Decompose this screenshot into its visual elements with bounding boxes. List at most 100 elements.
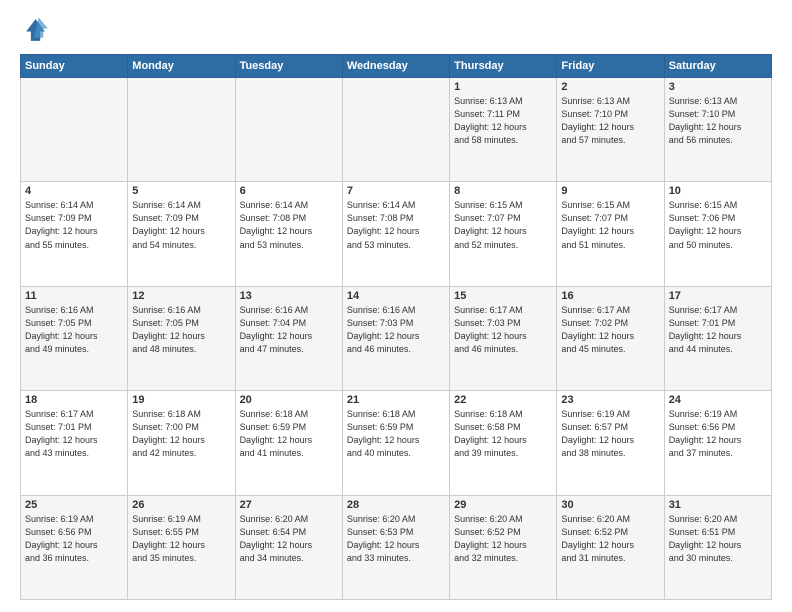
- calendar-cell: 1 Sunrise: 6:13 AM Sunset: 7:11 PM Daylig…: [450, 78, 557, 182]
- calendar-cell: 20 Sunrise: 6:18 AM Sunset: 6:59 PM Dayli…: [235, 391, 342, 495]
- calendar-cell: 7 Sunrise: 6:14 AM Sunset: 7:08 PM Daylig…: [342, 182, 449, 286]
- day-info: Sunrise: 6:19 AM Sunset: 6:56 PM Dayligh…: [669, 408, 767, 460]
- day-info: Sunrise: 6:15 AM Sunset: 7:06 PM Dayligh…: [669, 199, 767, 251]
- day-info: Sunrise: 6:14 AM Sunset: 7:08 PM Dayligh…: [240, 199, 338, 251]
- calendar-cell: 27 Sunrise: 6:20 AM Sunset: 6:54 PM Dayli…: [235, 495, 342, 599]
- calendar-cell: 30 Sunrise: 6:20 AM Sunset: 6:52 PM Dayli…: [557, 495, 664, 599]
- calendar-cell: 3 Sunrise: 6:13 AM Sunset: 7:10 PM Daylig…: [664, 78, 771, 182]
- calendar-cell: 19 Sunrise: 6:18 AM Sunset: 7:00 PM Dayli…: [128, 391, 235, 495]
- calendar-week-row: 4Sunrise: 6:14 AM Sunset: 7:09 PM Daylig…: [21, 182, 772, 286]
- day-info: Sunrise: 6:15 AM Sunset: 7:07 PM Dayligh…: [454, 199, 552, 251]
- calendar-cell: 5 Sunrise: 6:14 AM Sunset: 7:09 PM Daylig…: [128, 182, 235, 286]
- day-info: Sunrise: 6:15 AM Sunset: 7:07 PM Dayligh…: [561, 199, 659, 251]
- calendar-cell: 14 Sunrise: 6:16 AM Sunset: 7:03 PM Dayli…: [342, 286, 449, 390]
- calendar-cell: 21 Sunrise: 6:18 AM Sunset: 6:59 PM Dayli…: [342, 391, 449, 495]
- day-number: 12: [132, 290, 230, 302]
- day-info: Sunrise: 6:20 AM Sunset: 6:52 PM Dayligh…: [454, 513, 552, 565]
- page: SundayMondayTuesdayWednesdayThursdayFrid…: [0, 0, 792, 612]
- calendar-cell: 22 Sunrise: 6:18 AM Sunset: 6:58 PM Dayli…: [450, 391, 557, 495]
- day-number: 2: [561, 81, 659, 93]
- day-number: 29: [454, 499, 552, 511]
- day-info: Sunrise: 6:17 AM Sunset: 7:02 PM Dayligh…: [561, 304, 659, 356]
- day-info: Sunrise: 6:13 AM Sunset: 7:11 PM Dayligh…: [454, 95, 552, 147]
- day-number: 22: [454, 394, 552, 406]
- day-info: Sunrise: 6:16 AM Sunset: 7:05 PM Dayligh…: [25, 304, 123, 356]
- day-number: 1: [454, 81, 552, 93]
- day-number: 23: [561, 394, 659, 406]
- day-info: Sunrise: 6:16 AM Sunset: 7:03 PM Dayligh…: [347, 304, 445, 356]
- day-number: 25: [25, 499, 123, 511]
- day-number: 21: [347, 394, 445, 406]
- calendar-cell: 10Sunrise: 6:15 AM Sunset: 7:06 PM Dayli…: [664, 182, 771, 286]
- day-info: Sunrise: 6:20 AM Sunset: 6:52 PM Dayligh…: [561, 513, 659, 565]
- day-info: Sunrise: 6:14 AM Sunset: 7:08 PM Dayligh…: [347, 199, 445, 251]
- day-info: Sunrise: 6:18 AM Sunset: 6:59 PM Dayligh…: [347, 408, 445, 460]
- day-info: Sunrise: 6:16 AM Sunset: 7:04 PM Dayligh…: [240, 304, 338, 356]
- logo-icon: [20, 16, 48, 44]
- day-info: Sunrise: 6:18 AM Sunset: 7:00 PM Dayligh…: [132, 408, 230, 460]
- day-number: 28: [347, 499, 445, 511]
- calendar-cell: 31 Sunrise: 6:20 AM Sunset: 6:51 PM Dayli…: [664, 495, 771, 599]
- day-number: 11: [25, 290, 123, 302]
- calendar-cell: [342, 78, 449, 182]
- calendar-cell: 16Sunrise: 6:17 AM Sunset: 7:02 PM Dayli…: [557, 286, 664, 390]
- day-info: Sunrise: 6:13 AM Sunset: 7:10 PM Dayligh…: [561, 95, 659, 147]
- calendar-cell: 29 Sunrise: 6:20 AM Sunset: 6:52 PM Dayli…: [450, 495, 557, 599]
- day-info: Sunrise: 6:18 AM Sunset: 6:59 PM Dayligh…: [240, 408, 338, 460]
- day-of-week-header: Tuesday: [235, 55, 342, 78]
- day-info: Sunrise: 6:20 AM Sunset: 6:53 PM Dayligh…: [347, 513, 445, 565]
- day-number: 18: [25, 394, 123, 406]
- day-number: 7: [347, 185, 445, 197]
- day-number: 9: [561, 185, 659, 197]
- day-number: 26: [132, 499, 230, 511]
- calendar-cell: [235, 78, 342, 182]
- day-number: 31: [669, 499, 767, 511]
- day-number: 13: [240, 290, 338, 302]
- day-of-week-header: Saturday: [664, 55, 771, 78]
- day-number: 17: [669, 290, 767, 302]
- day-info: Sunrise: 6:19 AM Sunset: 6:57 PM Dayligh…: [561, 408, 659, 460]
- day-number: 20: [240, 394, 338, 406]
- day-number: 8: [454, 185, 552, 197]
- logo: [20, 16, 52, 44]
- day-info: Sunrise: 6:19 AM Sunset: 6:56 PM Dayligh…: [25, 513, 123, 565]
- day-info: Sunrise: 6:20 AM Sunset: 6:51 PM Dayligh…: [669, 513, 767, 565]
- day-number: 19: [132, 394, 230, 406]
- day-number: 5: [132, 185, 230, 197]
- day-of-week-header: Monday: [128, 55, 235, 78]
- calendar-cell: 26Sunrise: 6:19 AM Sunset: 6:55 PM Dayli…: [128, 495, 235, 599]
- day-info: Sunrise: 6:20 AM Sunset: 6:54 PM Dayligh…: [240, 513, 338, 565]
- day-of-week-header: Thursday: [450, 55, 557, 78]
- calendar-cell: 15 Sunrise: 6:17 AM Sunset: 7:03 PM Dayli…: [450, 286, 557, 390]
- day-number: 15: [454, 290, 552, 302]
- day-number: 30: [561, 499, 659, 511]
- day-info: Sunrise: 6:18 AM Sunset: 6:58 PM Dayligh…: [454, 408, 552, 460]
- calendar-cell: 17 Sunrise: 6:17 AM Sunset: 7:01 PM Dayli…: [664, 286, 771, 390]
- calendar-cell: 11 Sunrise: 6:16 AM Sunset: 7:05 PM Dayli…: [21, 286, 128, 390]
- calendar-week-row: 11 Sunrise: 6:16 AM Sunset: 7:05 PM Dayli…: [21, 286, 772, 390]
- day-of-week-header: Sunday: [21, 55, 128, 78]
- calendar-week-row: 25 Sunrise: 6:19 AM Sunset: 6:56 PM Dayli…: [21, 495, 772, 599]
- calendar-cell: 18Sunrise: 6:17 AM Sunset: 7:01 PM Dayli…: [21, 391, 128, 495]
- calendar-cell: 12Sunrise: 6:16 AM Sunset: 7:05 PM Dayli…: [128, 286, 235, 390]
- calendar-header-row: SundayMondayTuesdayWednesdayThursdayFrid…: [21, 55, 772, 78]
- day-info: Sunrise: 6:17 AM Sunset: 7:03 PM Dayligh…: [454, 304, 552, 356]
- day-number: 27: [240, 499, 338, 511]
- day-number: 14: [347, 290, 445, 302]
- calendar-cell: 8 Sunrise: 6:15 AM Sunset: 7:07 PM Daylig…: [450, 182, 557, 286]
- calendar-cell: 24Sunrise: 6:19 AM Sunset: 6:56 PM Dayli…: [664, 391, 771, 495]
- calendar-cell: [128, 78, 235, 182]
- day-info: Sunrise: 6:14 AM Sunset: 7:09 PM Dayligh…: [25, 199, 123, 251]
- day-info: Sunrise: 6:17 AM Sunset: 7:01 PM Dayligh…: [669, 304, 767, 356]
- day-number: 3: [669, 81, 767, 93]
- calendar-cell: 6Sunrise: 6:14 AM Sunset: 7:08 PM Daylig…: [235, 182, 342, 286]
- calendar-cell: 13 Sunrise: 6:16 AM Sunset: 7:04 PM Dayli…: [235, 286, 342, 390]
- calendar-cell: [21, 78, 128, 182]
- day-of-week-header: Friday: [557, 55, 664, 78]
- calendar-week-row: 18Sunrise: 6:17 AM Sunset: 7:01 PM Dayli…: [21, 391, 772, 495]
- day-info: Sunrise: 6:14 AM Sunset: 7:09 PM Dayligh…: [132, 199, 230, 251]
- header: [20, 16, 772, 44]
- calendar-table: SundayMondayTuesdayWednesdayThursdayFrid…: [20, 54, 772, 600]
- day-of-week-header: Wednesday: [342, 55, 449, 78]
- day-info: Sunrise: 6:13 AM Sunset: 7:10 PM Dayligh…: [669, 95, 767, 147]
